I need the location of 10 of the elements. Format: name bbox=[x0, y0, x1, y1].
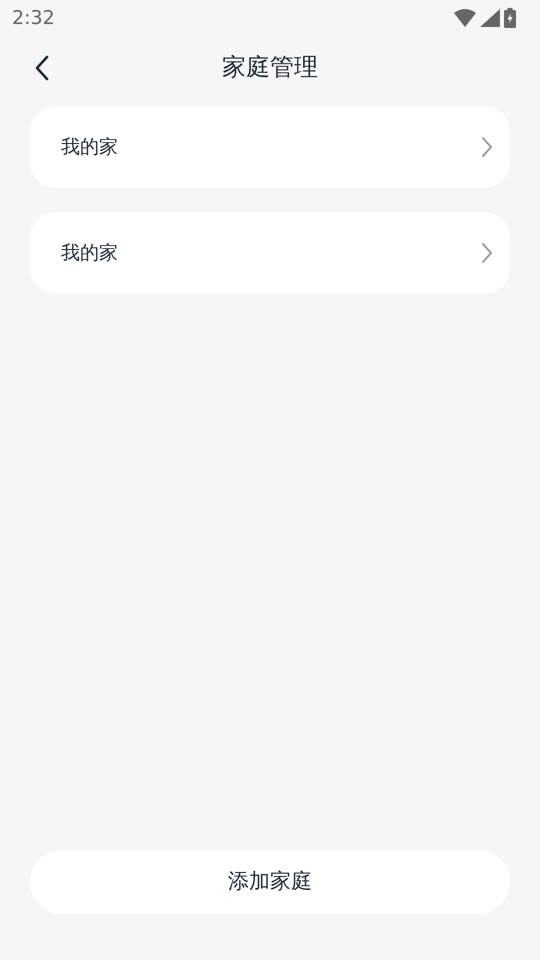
chevron-right-icon bbox=[480, 241, 494, 265]
home-item[interactable]: 我的家 bbox=[30, 106, 510, 188]
chevron-right-icon bbox=[480, 135, 494, 159]
home-item[interactable]: 我的家 bbox=[30, 212, 510, 294]
wifi-icon bbox=[454, 9, 476, 27]
status-time: 2:32 bbox=[12, 6, 55, 31]
page-title: 家庭管理 bbox=[222, 52, 318, 83]
battery-icon bbox=[504, 8, 516, 28]
signal-icon bbox=[480, 9, 500, 27]
add-home-button[interactable]: 添加家庭 bbox=[30, 850, 510, 914]
